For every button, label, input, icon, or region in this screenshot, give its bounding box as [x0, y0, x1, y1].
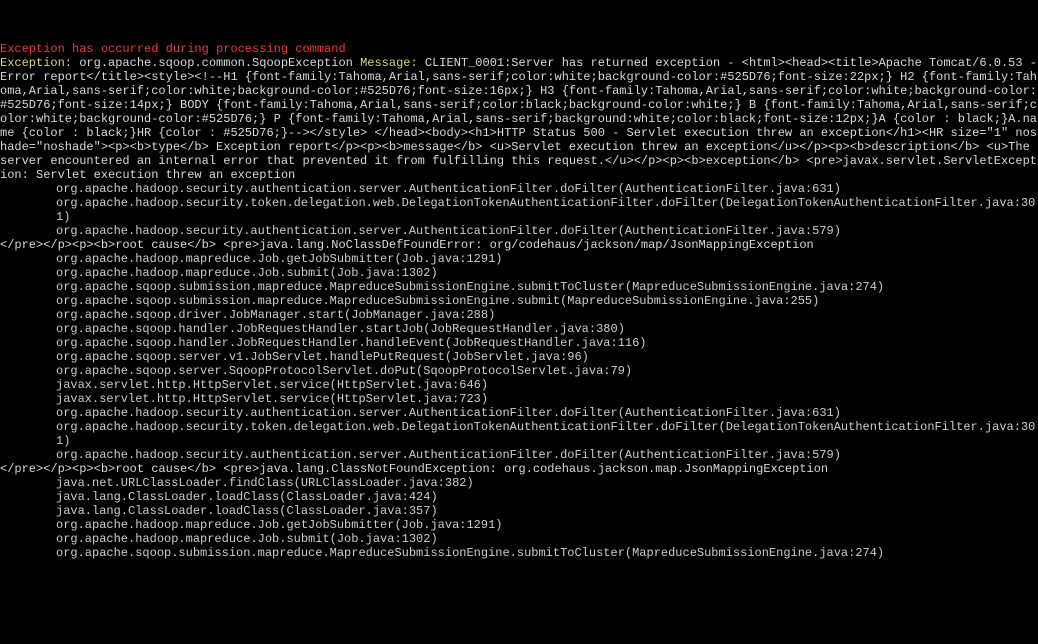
trace-line: org.apache.sqoop.server.v1.JobServlet.ha… — [0, 350, 1038, 364]
trace-line: org.apache.hadoop.mapreduce.Job.getJobSu… — [0, 252, 1038, 266]
trace-line: org.apache.sqoop.submission.mapreduce.Ma… — [0, 546, 1038, 560]
trace-line: org.apache.sqoop.handler.JobRequestHandl… — [0, 322, 1038, 336]
message-label: Message: — [360, 56, 425, 70]
trace-line: org.apache.sqoop.submission.mapreduce.Ma… — [0, 294, 1038, 308]
trace-line: java.net.URLClassLoader.findClass(URLCla… — [0, 476, 1038, 490]
trace-line: org.apache.sqoop.server.SqoopProtocolSer… — [0, 364, 1038, 378]
error-header: Exception has occurred during processing… — [0, 42, 346, 56]
terminal-output: Exception has occurred during processing… — [0, 28, 1038, 560]
trace-line: org.apache.sqoop.submission.mapreduce.Ma… — [0, 280, 1038, 294]
trace-line: org.apache.hadoop.security.authenticatio… — [0, 448, 1038, 462]
trace-line: org.apache.hadoop.security.authenticatio… — [0, 406, 1038, 420]
trace-line: org.apache.hadoop.security.token.delegat… — [0, 196, 1038, 224]
trace-line: org.apache.hadoop.security.authenticatio… — [0, 182, 1038, 196]
trace-line: org.apache.sqoop.driver.JobManager.start… — [0, 308, 1038, 322]
trace-line: org.apache.hadoop.mapreduce.Job.getJobSu… — [0, 518, 1038, 532]
trace-line: javax.servlet.http.HttpServlet.service(H… — [0, 392, 1038, 406]
trace-line: org.apache.sqoop.handler.JobRequestHandl… — [0, 336, 1038, 350]
trace-line: org.apache.hadoop.security.authenticatio… — [0, 224, 1038, 238]
root-cause-1: </pre></p><p><b>root cause</b> <pre>java… — [0, 238, 814, 252]
trace-line: org.apache.hadoop.security.token.delegat… — [0, 420, 1038, 448]
trace-line: javax.servlet.http.HttpServlet.service(H… — [0, 378, 1038, 392]
trace-line: java.lang.ClassLoader.loadClass(ClassLoa… — [0, 490, 1038, 504]
root-cause-2: </pre></p><p><b>root cause</b> <pre>java… — [0, 462, 828, 476]
trace-line: org.apache.hadoop.mapreduce.Job.submit(J… — [0, 532, 1038, 546]
exception-class: org.apache.sqoop.common.SqoopException — [79, 56, 360, 70]
trace-line: org.apache.hadoop.mapreduce.Job.submit(J… — [0, 266, 1038, 280]
exception-label: Exception: — [0, 56, 79, 70]
message-body: CLIENT_0001:Server has returned exceptio… — [0, 56, 1038, 182]
trace-line: java.lang.ClassLoader.loadClass(ClassLoa… — [0, 504, 1038, 518]
